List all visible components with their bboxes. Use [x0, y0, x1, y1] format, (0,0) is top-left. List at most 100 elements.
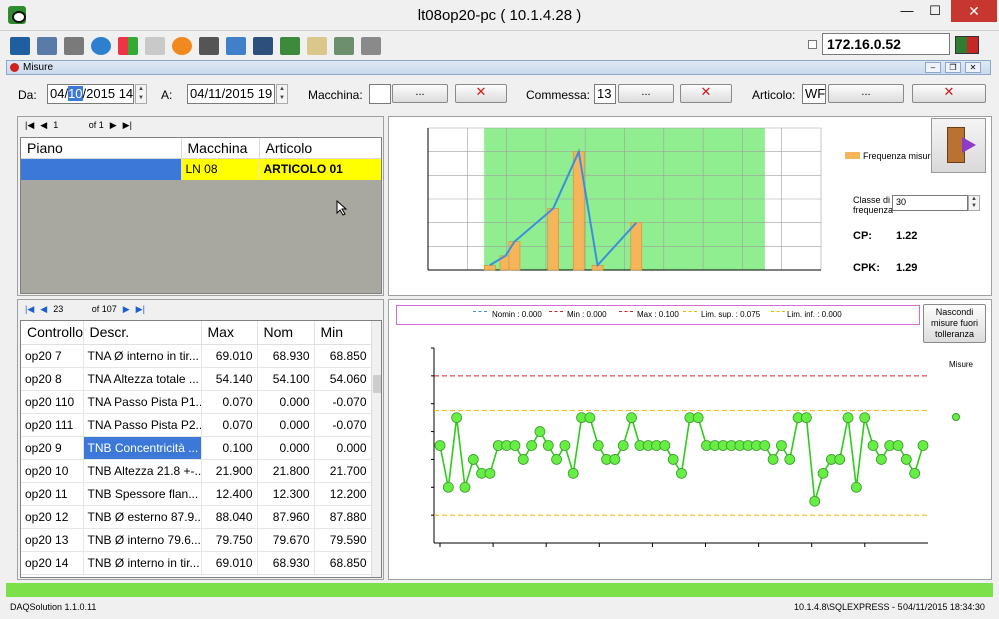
map-icon[interactable] [334, 37, 354, 55]
nav-first-icon[interactable]: |◀ [25, 304, 34, 314]
ip-address-field[interactable]: 172.16.0.52 [822, 33, 950, 55]
macchina-field[interactable] [369, 84, 391, 104]
minimize-button[interactable]: — [892, 0, 922, 22]
cell-max[interactable]: 12.400 [201, 482, 258, 506]
close-button[interactable]: ✕ [951, 0, 997, 22]
cell-max[interactable]: 79.750 [201, 528, 258, 552]
articolo-clear-button[interactable]: ✕ [912, 84, 986, 103]
nav-page-input[interactable]: 1 [53, 120, 58, 130]
cell-nom[interactable]: 0.000 [257, 436, 315, 460]
cell-min[interactable]: 79.590 [314, 528, 372, 552]
cell-controllo[interactable]: op20 111 [21, 413, 84, 437]
cell-descr[interactable]: TNA Passo Pista P1... [83, 390, 202, 414]
col-min[interactable]: Min [314, 321, 372, 345]
cell-max[interactable]: 0.070 [201, 390, 258, 414]
cell-descr[interactable]: TNB Altezza 21.8 +-... [83, 459, 202, 483]
cell-nom[interactable]: 87.960 [257, 505, 315, 529]
cell-controllo[interactable]: op20 9 [21, 436, 84, 460]
cell-nom[interactable]: 0.000 [257, 413, 315, 437]
cell-min[interactable]: 87.880 [314, 505, 372, 529]
cell-max[interactable]: 54.140 [201, 367, 258, 391]
commessa-clear-button[interactable]: ✕ [680, 84, 732, 103]
cell-min[interactable]: 68.850 [314, 344, 372, 368]
nav-prev-icon[interactable]: ◀ [40, 304, 47, 314]
cell-controllo[interactable]: op20 8 [21, 367, 84, 391]
maximize-button[interactable]: ☐ [920, 0, 950, 22]
monitor-icon[interactable] [10, 37, 30, 55]
cell-min[interactable]: 21.700 [314, 459, 372, 483]
cell-piano[interactable] [21, 158, 182, 180]
cell-max[interactable]: 69.010 [201, 551, 258, 575]
cell-macchina[interactable]: LN 08 [181, 158, 260, 180]
a-spinner[interactable]: ▲ ▼ [276, 84, 288, 104]
classe-spinner[interactable]: ▲ ▼ [968, 195, 980, 211]
classe-input[interactable]: 30 [892, 195, 968, 211]
cell-controllo[interactable]: op20 14 [21, 551, 84, 575]
child-restore-button[interactable]: ❐ [945, 62, 961, 73]
child-close-button[interactable]: ✕ [965, 62, 981, 73]
grid-scrollbar[interactable] [371, 321, 381, 577]
table-row[interactable]: op20 111 TNA Passo Pista P2... 0.070 0.000-… [21, 413, 372, 437]
cell-min[interactable]: -0.070 [314, 390, 372, 414]
articolo-field[interactable]: WF [802, 84, 826, 104]
col-piano[interactable]: Piano [21, 138, 182, 159]
table-row[interactable]: op20 12 TNB Ø esterno 87.9... 88.040 87.960… [21, 505, 372, 529]
table-row[interactable]: op20 14 TNB Ø interno in tir... 69.010 68.9… [21, 551, 372, 575]
table-row[interactable]: op20 11 TNB Spessore flan... 12.400 12.300 1… [21, 482, 372, 506]
commessa-browse-button[interactable]: ... [618, 84, 674, 103]
display-icon[interactable] [253, 37, 273, 55]
cell-descr[interactable]: TNB Ø interno 79.6... [83, 528, 202, 552]
cell-controllo[interactable]: op20 11 [21, 482, 84, 506]
refresh-icon[interactable] [91, 37, 111, 55]
cell-nom[interactable]: 68.930 [257, 551, 315, 575]
fullscreen-icon[interactable] [226, 37, 246, 55]
ip-checkbox[interactable] [808, 40, 817, 49]
cell-descr[interactable]: TNB Concentricità ... [83, 436, 202, 460]
document-icon[interactable] [307, 37, 327, 55]
scrollbar-thumb[interactable] [373, 375, 381, 393]
articolo-browse-button[interactable]: ... [828, 84, 904, 103]
table-row[interactable]: op20 9 TNB Concentricità ... 0.100 0.000 0.0… [21, 436, 372, 460]
cell-min[interactable]: -0.070 [314, 413, 372, 437]
windows-icon[interactable] [118, 37, 138, 55]
cell-nom[interactable]: 0.000 [257, 390, 315, 414]
nav-first-icon[interactable]: |◀ [25, 120, 34, 130]
cell-descr[interactable]: TNB Spessore flan... [83, 482, 202, 506]
nav-last-icon[interactable]: ▶| [136, 304, 145, 314]
macchina-browse-button[interactable]: ... [392, 84, 448, 103]
cell-max[interactable]: 0.100 [201, 436, 258, 460]
cell-descr[interactable]: TNA Ø interno in tir... [83, 344, 202, 368]
table-row[interactable]: op20 110 TNA Passo Pista P1... 0.070 0.000-… [21, 390, 372, 414]
nav-last-icon[interactable]: ▶| [123, 120, 132, 130]
nav-next-icon[interactable]: ▶ [123, 304, 130, 314]
col-articolo[interactable]: Articolo [259, 138, 381, 159]
a-date-field[interactable]: 04/11/2015 19 [187, 84, 275, 104]
nav-page-input[interactable]: 23 [53, 304, 63, 314]
cell-descr[interactable]: TNA Passo Pista P2... [83, 413, 202, 437]
keyboard-icon[interactable] [145, 37, 165, 55]
cell-controllo[interactable]: op20 13 [21, 528, 84, 552]
table-row[interactable]: op20 8 TNA Altezza totale ... 54.140 54.100… [21, 367, 372, 391]
cell-min[interactable]: 68.850 [314, 551, 372, 575]
cell-descr[interactable]: TNB Ø interno in tir... [83, 551, 202, 575]
table-row[interactable]: op20 10 TNB Altezza 21.8 +-... 21.900 21.80… [21, 459, 372, 483]
cell-controllo[interactable]: op20 10 [21, 459, 84, 483]
cell-max[interactable]: 0.070 [201, 413, 258, 437]
cell-nom[interactable]: 12.300 [257, 482, 315, 506]
cell-min[interactable]: 54.060 [314, 367, 372, 391]
alert-icon[interactable] [172, 37, 192, 55]
cell-min[interactable]: 12.200 [314, 482, 372, 506]
nav-next-icon[interactable]: ▶ [110, 120, 117, 130]
cell-max[interactable]: 88.040 [201, 505, 258, 529]
child-minimize-button[interactable]: – [925, 62, 941, 73]
table-row[interactable]: op20 7 TNA Ø interno in tir... 69.010 68.93… [21, 344, 372, 368]
exit-button[interactable] [931, 118, 986, 173]
cell-nom[interactable]: 54.100 [257, 367, 315, 391]
table-row[interactable]: LN 08 ARTICOLO 01 [21, 158, 381, 180]
cell-controllo[interactable]: op20 7 [21, 344, 84, 368]
cell-descr[interactable]: TNA Altezza totale ... [83, 367, 202, 391]
commessa-field[interactable]: 13 [594, 84, 616, 104]
cell-descr[interactable]: TNB Ø esterno 87.9... [83, 505, 202, 529]
cell-max[interactable]: 69.010 [201, 344, 258, 368]
cell-controllo[interactable]: op20 12 [21, 505, 84, 529]
